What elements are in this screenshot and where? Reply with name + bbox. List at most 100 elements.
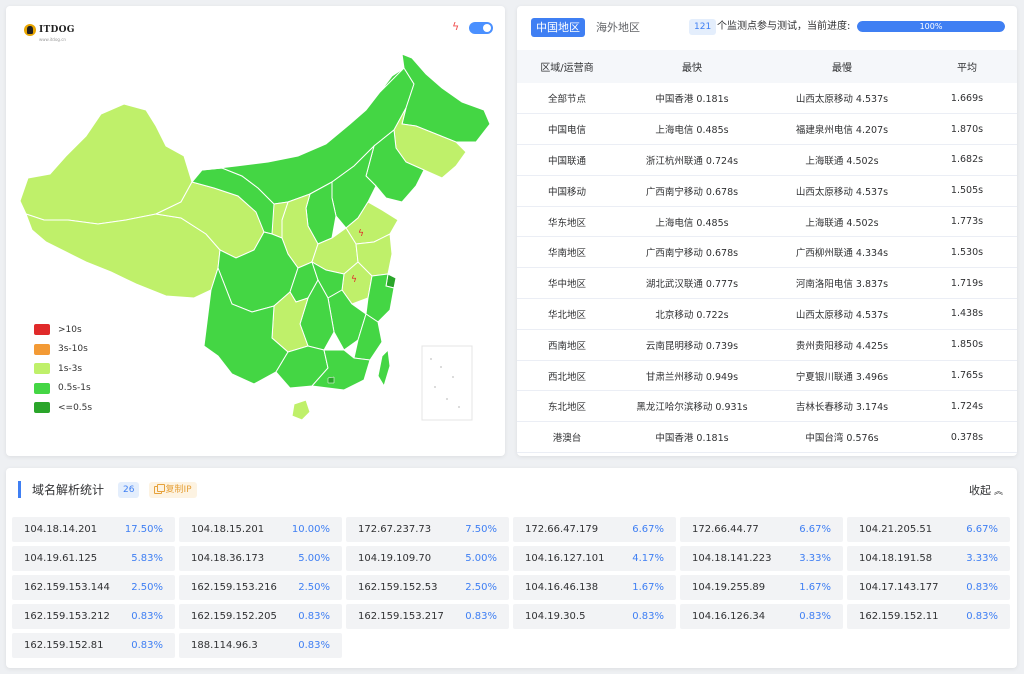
ip-item[interactable]: 162.159.153.144 2.50%	[12, 575, 175, 600]
ip-item[interactable]: 104.18.141.223 3.33%	[680, 546, 843, 571]
table-cell: 1.724s	[917, 390, 1017, 423]
ip-item[interactable]: 104.18.36.173 5.00%	[179, 546, 342, 571]
map-region-xinjiang[interactable]	[19, 103, 193, 225]
ip-percentage: 3.33%	[966, 553, 998, 564]
ip-address: 104.19.109.70	[358, 553, 432, 564]
ip-item[interactable]: 172.66.47.179 6.67%	[513, 517, 676, 542]
table-cell: 中国联通	[517, 144, 617, 176]
map-region-hongkong[interactable]	[327, 376, 335, 384]
ip-percentage: 5.00%	[298, 553, 330, 564]
ip-item[interactable]: 162.159.152.11 0.83%	[847, 604, 1010, 629]
table-cell: 中国台湾 0.576s	[767, 421, 917, 454]
ip-address: 162.159.152.81	[24, 640, 104, 651]
table-cell: 1.669s	[917, 83, 1017, 115]
progress-description: 个监测点参与测试，当前进度:	[717, 21, 851, 32]
table-cell: 1.765s	[917, 360, 1017, 392]
table-cell: 山西太原移动 4.537s	[767, 175, 917, 207]
table-cell: 甘肃兰州移动 0.949s	[617, 360, 767, 392]
ip-item[interactable]: 104.19.109.70 5.00%	[346, 546, 509, 571]
table-cell: 中国香港 0.181s	[617, 421, 767, 454]
ip-item[interactable]: 104.21.205.51 6.67%	[847, 517, 1010, 542]
table-row: 港澳台 中国香港 0.181s 中国台湾 0.576s 0.378s	[517, 421, 1017, 454]
ip-count-badge: 26	[118, 481, 140, 498]
ip-percentage: 2.50%	[298, 582, 330, 593]
collapse-button[interactable]: 收起 ︽	[969, 482, 1003, 498]
ip-address: 162.159.152.53	[358, 582, 438, 593]
ip-address: 162.159.152.205	[191, 611, 277, 622]
legend-swatch	[34, 382, 50, 394]
legend-item: <=0.5s	[34, 398, 92, 418]
ip-percentage: 1.67%	[799, 582, 831, 593]
ip-address: 104.16.46.138	[525, 582, 599, 593]
table-row: 华中地区 湖北武汉联通 0.777s 河南洛阳电信 3.837s 1.719s	[517, 267, 1017, 300]
map-region-tibet[interactable]	[25, 213, 221, 299]
legend-swatch	[34, 402, 50, 414]
table-row: 全部节点 中国香港 0.181s 山西太原移动 4.537s 1.669s	[517, 83, 1017, 115]
ip-item[interactable]: 104.17.143.177 0.83%	[847, 575, 1010, 600]
column-header: 平均	[917, 50, 1017, 83]
table-row: 西北地区 甘肃兰州移动 0.949s 宁夏银川联通 3.496s 1.765s	[517, 360, 1017, 392]
ip-item[interactable]: 104.18.191.58 3.33%	[847, 546, 1010, 571]
ip-item[interactable]: 104.18.14.201 17.50%	[12, 517, 175, 542]
copy-ip-label: 复制IP	[165, 484, 192, 495]
map-region-hainan[interactable]	[291, 399, 311, 421]
tab-china[interactable]: 中国地区	[531, 18, 585, 37]
ip-item[interactable]: 104.16.126.34 0.83%	[680, 604, 843, 629]
ip-item[interactable]: 172.67.237.73 7.50%	[346, 517, 509, 542]
region-stats-table: 区域/运营商 最快 最慢 平均 全部节点 中国香港 0.181s 山西太原移动 4.…	[517, 50, 1017, 454]
ip-item[interactable]: 104.18.15.201 10.00%	[179, 517, 342, 542]
table-cell: 北京移动 0.722s	[617, 298, 767, 330]
ip-item[interactable]: 162.159.152.81 0.83%	[12, 633, 175, 658]
table-cell: 山西太原移动 4.537s	[767, 298, 917, 330]
ip-percentage: 6.67%	[799, 524, 831, 535]
ip-item[interactable]: 104.19.30.5 0.83%	[513, 604, 676, 629]
table-cell: 1.850s	[917, 329, 1017, 361]
progress-fill: 100%	[857, 21, 1005, 32]
legend-swatch	[34, 343, 50, 355]
ip-item[interactable]: 188.114.96.3 0.83%	[179, 633, 342, 658]
tab-overseas[interactable]: 海外地区	[591, 18, 645, 37]
ip-item[interactable]: 162.159.153.212 0.83%	[12, 604, 175, 629]
ip-item[interactable]: 162.159.153.216 2.50%	[179, 575, 342, 600]
copy-ip-button[interactable]: 复制IP	[149, 481, 197, 498]
ip-percentage: 6.67%	[632, 524, 664, 535]
ip-address: 104.19.30.5	[525, 611, 586, 622]
region-tabs: 中国地区 海外地区 121 个监测点参与测试，当前进度: 100%	[517, 6, 1017, 48]
table-cell: 上海电信 0.485s	[617, 113, 767, 146]
section-accent-bar	[18, 481, 21, 498]
ip-address: 104.18.14.201	[24, 524, 98, 535]
ip-item[interactable]: 104.16.127.101 4.17%	[513, 546, 676, 571]
table-cell: 中国移动	[517, 175, 617, 207]
table-cell: 广西南宁移动 0.678s	[617, 236, 767, 269]
ip-item[interactable]: 162.159.152.53 2.50%	[346, 575, 509, 600]
table-cell: 上海联通 4.502s	[767, 206, 917, 238]
table-cell: 浙江杭州联通 0.724s	[617, 144, 767, 176]
legend-item: >10s	[34, 320, 92, 340]
ip-percentage: 0.83%	[632, 611, 664, 622]
table-cell: 华东地区	[517, 206, 617, 238]
ip-item[interactable]: 162.159.153.217 0.83%	[346, 604, 509, 629]
table-cell: 广西南宁移动 0.678s	[617, 175, 767, 207]
ip-percentage: 17.50%	[124, 524, 163, 535]
lightning-icon: ϟ	[452, 20, 460, 33]
legend-label: <=0.5s	[58, 402, 93, 413]
ip-item[interactable]: 104.19.255.89 1.67%	[680, 575, 843, 600]
table-cell: 1.719s	[917, 267, 1017, 300]
ip-item[interactable]: 104.16.46.138 1.67%	[513, 575, 676, 600]
ip-item[interactable]: 172.66.44.77 6.67%	[680, 517, 843, 542]
ip-percentage: 2.50%	[131, 582, 163, 593]
column-header: 最慢	[767, 50, 917, 83]
ip-address: 172.66.47.179	[525, 524, 599, 535]
map-toggle-switch[interactable]	[469, 22, 493, 34]
ip-item[interactable]: 104.19.61.125 5.83%	[12, 546, 175, 571]
table-cell: 华北地区	[517, 298, 617, 330]
itdog-logo[interactable]: ITDOG	[24, 24, 75, 36]
chevron-up-icon: ︽	[993, 486, 1003, 497]
table-row: 中国联通 浙江杭州联通 0.724s 上海联通 4.502s 1.682s	[517, 144, 1017, 176]
ip-item[interactable]: 162.159.152.205 0.83%	[179, 604, 342, 629]
table-row: 东北地区 黑龙江哈尔滨移动 0.931s 吉林长春移动 3.174s 1.724s	[517, 390, 1017, 423]
map-region-taiwan[interactable]	[377, 348, 391, 388]
table-cell: 贵州贵阳移动 4.425s	[767, 329, 917, 361]
dns-header: 域名解析统计 26 复制IP	[18, 481, 197, 498]
ip-percentage: 4.17%	[632, 553, 664, 564]
